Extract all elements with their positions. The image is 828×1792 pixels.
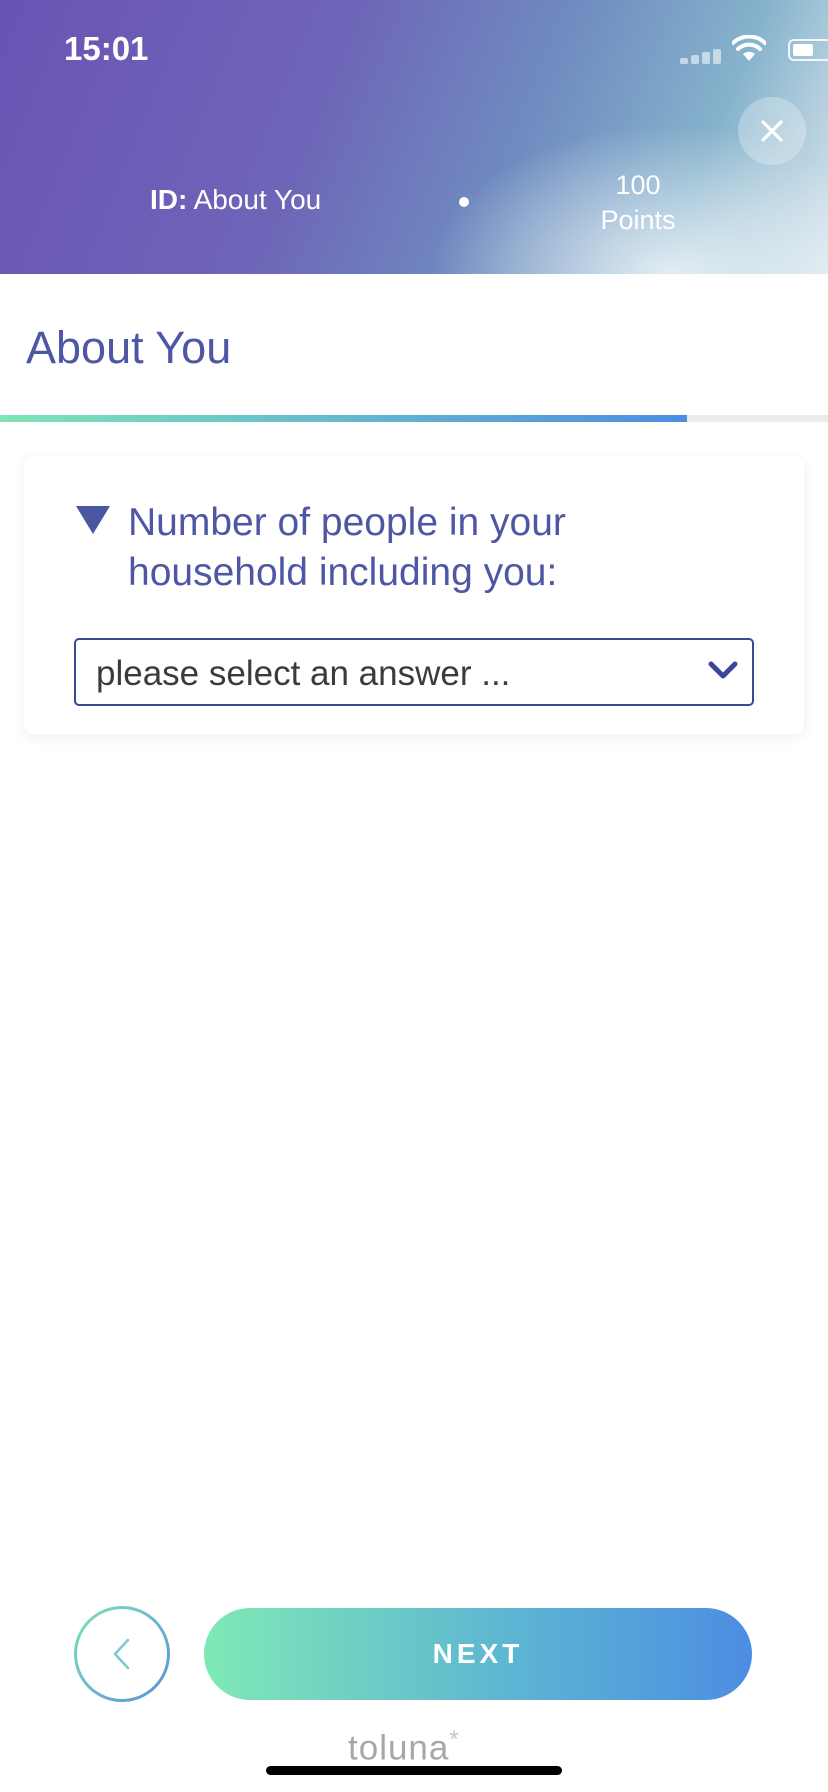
answer-select[interactable]: please select an answer ... [74,638,754,706]
survey-id-value: About You [193,184,322,215]
question-card: Number of people in your household inclu… [24,456,804,734]
wifi-icon [732,35,766,61]
back-button[interactable] [74,1606,170,1702]
close-button[interactable] [738,97,806,165]
points-label: Points [600,205,676,235]
logo-mark: * [449,1726,460,1753]
logo-text: toluna [348,1728,450,1768]
progress-bar [0,415,828,422]
status-time: 15:01 [64,30,149,67]
separator-dot [459,197,469,207]
chevron-down-icon [708,661,738,679]
battery-icon [788,39,828,61]
home-indicator [266,1766,562,1775]
survey-header: 15:01 ID: About You 100 Points [0,0,828,274]
close-icon [761,120,783,142]
toluna-logo: toluna* [348,1726,460,1769]
triangle-down-icon [76,506,110,534]
signal-icon [680,48,724,64]
back-button-inner [77,1609,167,1699]
page-title: About You [26,322,232,373]
next-button[interactable]: NEXT [204,1608,752,1700]
survey-id: ID: About You [150,184,321,216]
survey-id-label: ID: [150,184,188,215]
points-display: 100 Points [578,168,698,238]
points-value: 100 [615,170,661,200]
question-text: Number of people in your household inclu… [128,501,566,594]
progress-fill [0,415,688,422]
select-placeholder: please select an answer ... [96,654,511,693]
chevron-left-icon [113,1638,130,1670]
